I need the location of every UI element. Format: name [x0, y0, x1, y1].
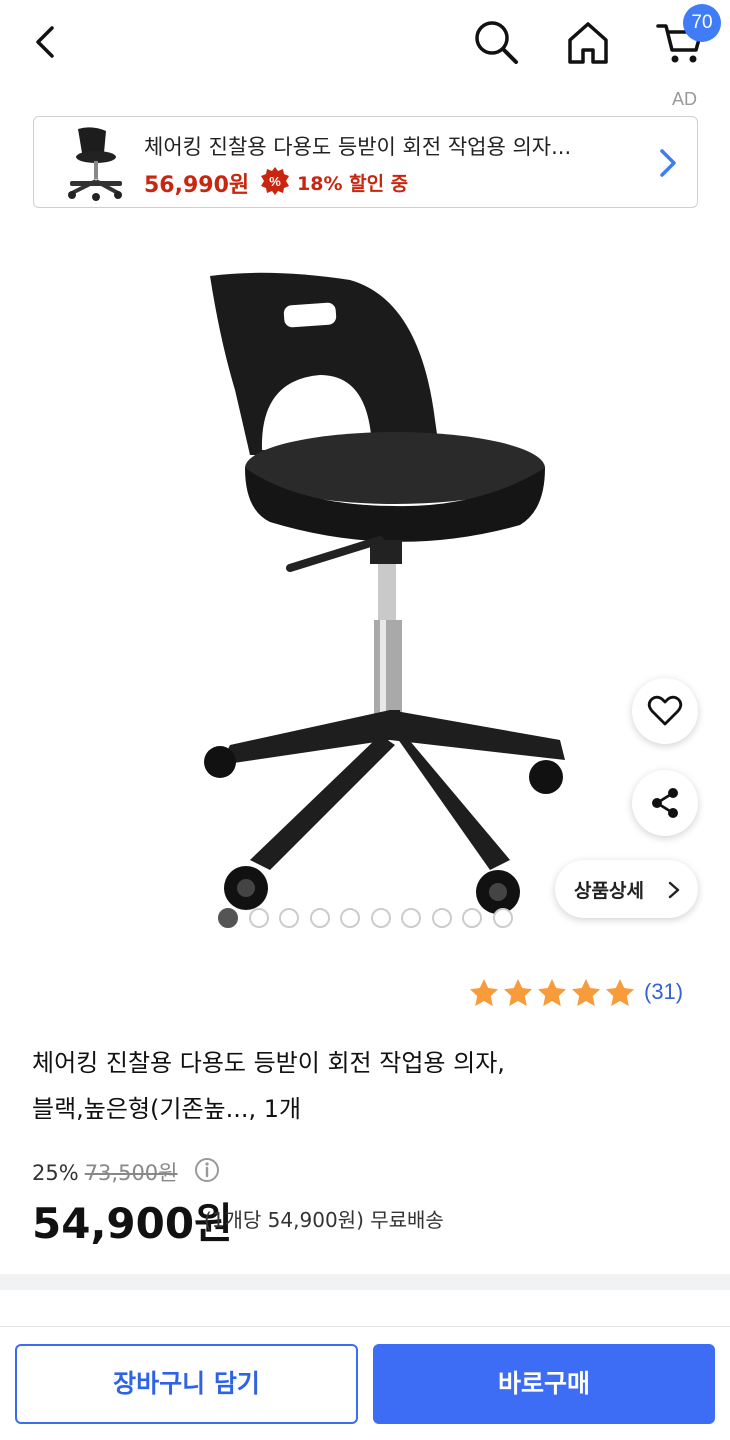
discount-row: 25% 73,500원	[32, 1157, 219, 1187]
gallery-dot[interactable]	[462, 908, 482, 928]
section-divider	[0, 1274, 730, 1290]
wishlist-button[interactable]	[632, 678, 698, 744]
product-image[interactable]	[150, 240, 610, 920]
star-icon	[572, 979, 600, 1006]
top-bar: 70	[0, 0, 730, 90]
chevron-right-icon	[668, 881, 680, 899]
product-title-line2: 블랙,높은형(기존높..., 1개	[32, 1095, 302, 1123]
svg-text:%: %	[269, 174, 281, 189]
gallery-dot[interactable]	[431, 908, 452, 928]
ad-label: AD	[671, 89, 697, 109]
gallery-dot[interactable]	[248, 908, 269, 928]
gallery-dot[interactable]	[370, 908, 391, 928]
bottom-action-bar: 장바구니 담기 바로구매	[0, 1326, 730, 1440]
ad-price: 56,990원	[144, 173, 250, 198]
share-button[interactable]	[632, 770, 698, 836]
gallery-dot[interactable]	[492, 908, 513, 928]
star-icon	[606, 979, 634, 1006]
gallery-dot[interactable]	[279, 908, 299, 928]
product-detail-button[interactable]: 상품상세	[555, 860, 698, 918]
cart-count-badge: 70	[683, 4, 721, 42]
gallery-dot[interactable]	[401, 908, 421, 928]
ad-product-thumbnail	[68, 127, 122, 201]
buy-now-button[interactable]: 바로구매	[373, 1344, 715, 1424]
original-price: 73,500원	[84, 1161, 178, 1185]
product-detail-label: 상품상세	[574, 880, 644, 902]
sale-price: 54,900원	[32, 1199, 233, 1248]
ad-title: 체어킹 진찰용 다용도 등받이 회전 작업용 의자...	[144, 135, 572, 159]
gallery-dot[interactable]	[218, 908, 238, 928]
info-icon[interactable]	[194, 1157, 220, 1183]
gallery-dot[interactable]	[340, 908, 360, 928]
ad-banner[interactable]: 체어킹 진찰용 다용도 등받이 회전 작업용 의자... 56,990원 % 1…	[33, 116, 698, 208]
star-icon	[504, 979, 532, 1006]
ad-discount-text: 18% 할인 중	[297, 173, 409, 195]
heart-icon	[647, 695, 683, 726]
star-icon	[538, 979, 566, 1006]
discount-badge-icon: %	[261, 167, 289, 195]
gallery-dot[interactable]	[309, 908, 330, 928]
discount-rate: 25%	[32, 1161, 79, 1185]
review-count[interactable]: (31)	[644, 979, 683, 1005]
home-icon[interactable]	[562, 16, 614, 68]
unit-price-shipping: (1개당 54,900원) 무료배송	[204, 1208, 444, 1232]
back-arrow-icon[interactable]	[24, 20, 68, 64]
product-title-line1: 체어킹 진찰용 다용도 등받이 회전 작업용 의자,	[32, 1049, 505, 1077]
share-icon	[652, 788, 678, 818]
product-title: 체어킹 진찰용 다용도 등받이 회전 작업용 의자, 블랙,높은형(기존높...…	[32, 1040, 692, 1132]
star-icon	[470, 979, 498, 1006]
chevron-right-icon[interactable]	[654, 145, 682, 181]
search-icon[interactable]	[470, 16, 522, 68]
add-to-cart-button[interactable]: 장바구니 담기	[15, 1344, 358, 1424]
